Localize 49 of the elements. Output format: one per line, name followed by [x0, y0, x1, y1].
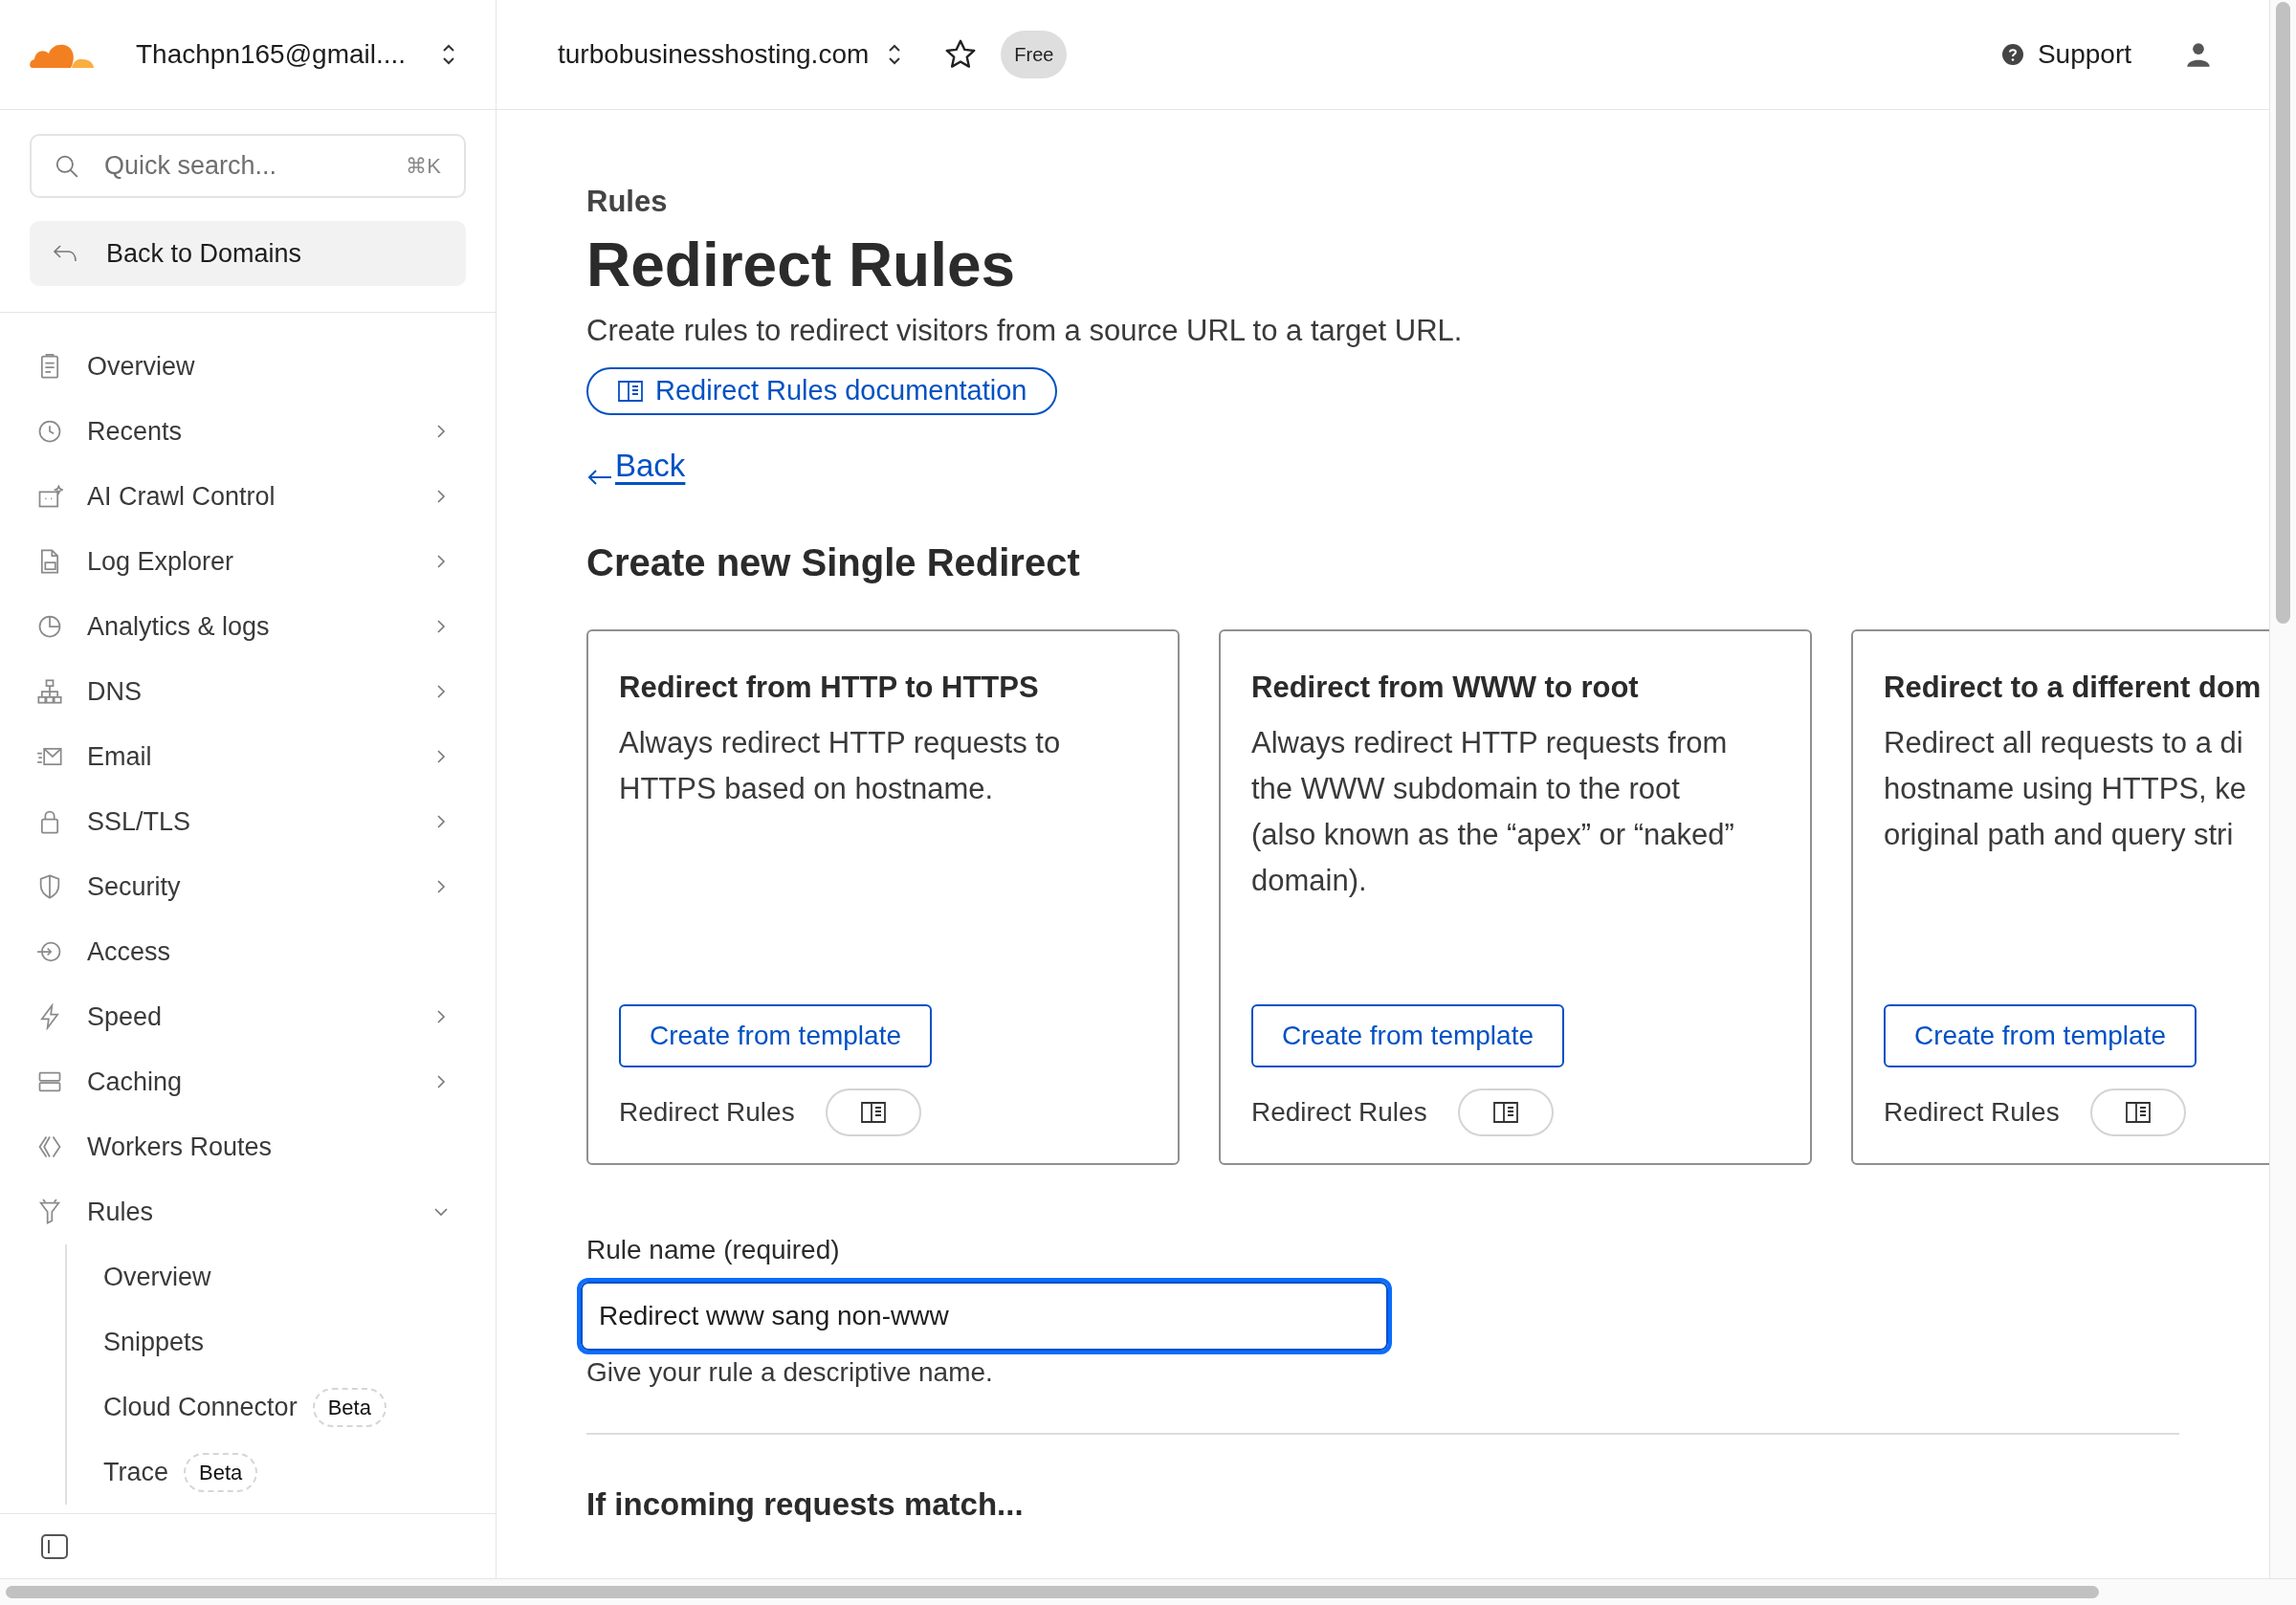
page-description: Create rules to redirect visitors from a source URL to a target URL.	[586, 313, 1464, 350]
sidebar-subitem[interactable]: Overview	[67, 1244, 496, 1309]
section-heading: Create new Single Redirect	[586, 540, 1081, 586]
plan-badge: Free	[1001, 31, 1068, 78]
search-field[interactable]: Quick search... ⌘K	[30, 134, 466, 198]
sidebar-item[interactable]: DNS	[0, 659, 496, 724]
sidebar-subitem[interactable]: Cloud Connector Beta	[67, 1374, 496, 1440]
sidebar-item[interactable]: Speed	[0, 984, 496, 1049]
card-description: Always redirect HTTP requests from the WWW subdomain to the root (also known as the “apex” or “naked” domain).	[1251, 724, 1735, 899]
documentation-link[interactable]: Redirect Rules documentation	[586, 366, 1058, 415]
sidebar-item[interactable]: Analytics & logs	[0, 594, 496, 659]
card-title: Redirect from WWW to root	[1251, 670, 1640, 707]
sidebar-item[interactable]: Workers Routes	[0, 1114, 496, 1179]
create-from-template-button[interactable]: Create from template	[1251, 1004, 1564, 1068]
card-title: Redirect from HTTP to HTTPS	[619, 670, 1040, 707]
card-footer-label: Redirect Rules	[619, 1096, 795, 1130]
sidebar-item[interactable]: SSL/TLS	[0, 789, 496, 854]
sidebar-item[interactable]: Email	[0, 724, 496, 789]
card-description: Always redirect HTTP requests to HTTPS based on hostname.	[619, 724, 1062, 807]
domain-name[interactable]: turbobusinesshosting.com	[558, 34, 870, 75]
card-footer-label: Redirect Rules	[1884, 1096, 2060, 1130]
sidebar-item[interactable]: AI Crawl Control	[0, 464, 496, 529]
beta-badge: Beta	[312, 1387, 386, 1427]
account-name[interactable]: Thachpn165@gmail....	[136, 34, 407, 75]
field-label: Rule name (required)	[586, 1234, 841, 1267]
search-input[interactable]: Quick search...	[104, 146, 407, 186]
page-title: Redirect Rules	[586, 229, 1017, 301]
breadcrumb-label: Rules	[586, 184, 669, 220]
sidebar-item[interactable]: Access	[0, 919, 496, 984]
field-hint: Give your rule a descriptive name.	[586, 1356, 994, 1390]
beta-badge: Beta	[184, 1452, 258, 1492]
sidebar-item[interactable]: Caching	[0, 1049, 496, 1114]
sidebar-subitem[interactable]: Snippets	[67, 1309, 496, 1374]
sidebar-item[interactable]: Security	[0, 854, 496, 919]
section-heading: If incoming requests match...	[586, 1485, 1025, 1525]
shortcut-hint: ⌘K	[406, 153, 441, 180]
create-from-template-button[interactable]: Create from template	[1884, 1004, 2197, 1068]
create-from-template-button[interactable]: Create from template	[619, 1004, 932, 1068]
sidebar-subitem[interactable]: Trace Beta	[67, 1440, 496, 1505]
sidebar-item[interactable]: Recents	[0, 399, 496, 464]
back-link[interactable]: Back	[586, 441, 686, 490]
card-title: Redirect to a different dom	[1884, 670, 2263, 707]
card-footer-label: Redirect Rules	[1251, 1096, 1427, 1130]
sidebar-item[interactable]: Overview	[0, 334, 496, 399]
sidebar-item[interactable]: Log Explorer	[0, 529, 496, 594]
sidebar-item[interactable]: Rules	[0, 1179, 496, 1244]
support-link[interactable]: Support	[2037, 34, 2131, 75]
back-to-domains-button[interactable]: Back to Domains	[30, 221, 466, 286]
card-description: Redirect all requests to a di hostname using HTTPS, ke original path and query stri	[1884, 724, 2248, 853]
